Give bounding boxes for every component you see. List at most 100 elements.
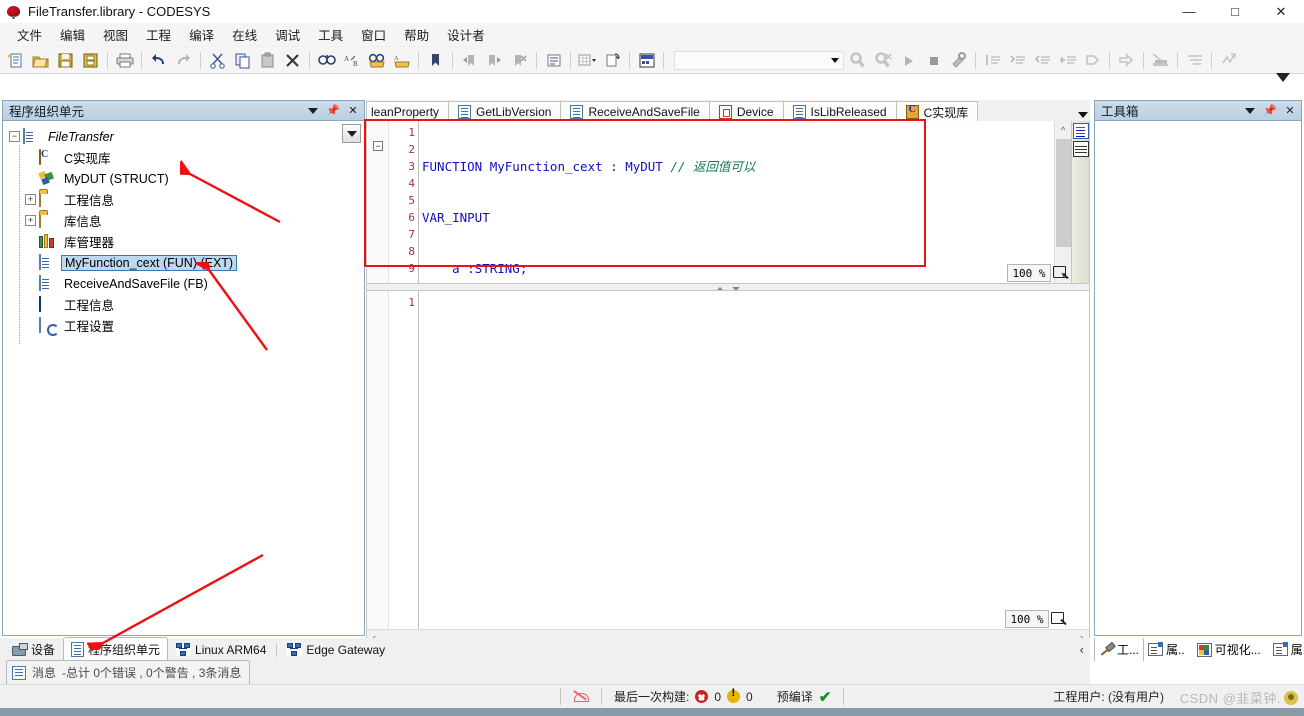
find-icon[interactable] (315, 49, 338, 71)
tree-item-project-info-folder[interactable]: + 工程信息 (7, 189, 364, 210)
set-next-statement-icon[interactable] (1081, 49, 1104, 71)
connection-status[interactable] (561, 685, 601, 708)
tree-dropdown-button[interactable] (342, 124, 361, 143)
scrollbar-thumb[interactable] (1056, 139, 1071, 247)
bottom-tab-linux-arm64[interactable]: Linux ARM64 (168, 639, 274, 661)
step-out-icon[interactable] (1031, 49, 1054, 71)
pin-icon[interactable]: 📌 (324, 102, 342, 120)
tab-islibreleased[interactable]: IsLibReleased (782, 101, 897, 122)
zoom-magnifier-icon[interactable] (1051, 264, 1071, 282)
write-values-icon[interactable] (1217, 49, 1240, 71)
undo-icon[interactable] (147, 49, 170, 71)
menu-item-designer[interactable]: 设计者 (438, 22, 494, 47)
pin-icon[interactable]: 📌 (1261, 102, 1279, 120)
toggle-breakpoint-icon[interactable] (1149, 49, 1172, 71)
paste-icon[interactable] (256, 49, 279, 71)
replace-in-files-icon[interactable]: A (390, 49, 413, 71)
minimize-button[interactable]: — (1166, 0, 1212, 23)
tab-c-library[interactable]: C实现库 (895, 101, 979, 122)
input-assistant-icon[interactable] (542, 49, 565, 71)
reset-icon[interactable] (947, 49, 970, 71)
menu-item-help[interactable]: 帮助 (395, 22, 438, 47)
new-page-icon[interactable] (601, 49, 624, 71)
tree-item-myfunction-cext[interactable]: MyFunction_cext (FUN) (EXT) (7, 252, 364, 273)
right-tab-properties-1[interactable]: 属.. (1144, 638, 1189, 661)
stop-icon[interactable] (922, 49, 945, 71)
menu-item-tools[interactable]: 工具 (309, 22, 352, 47)
pou-tree[interactable]: − FileTransfer C实现库 MyDUT (STRUCT) + 工程信… (3, 121, 364, 635)
implementation-editor[interactable]: 1 100 % ‹ › (366, 290, 1090, 645)
scroll-up-icon[interactable]: ^ (1055, 121, 1071, 138)
tab-receiveandsavefile[interactable]: ReceiveAndSaveFile (560, 101, 710, 122)
declaration-editor[interactable]: − 1 2 3 4 5 6 7 8 9 FUNCTION MyFunction_… (366, 121, 1090, 284)
bookmark-icon[interactable] (424, 49, 447, 71)
maximize-button[interactable]: □ (1212, 0, 1258, 23)
tab-getlibversion[interactable]: GetLibVersion (448, 101, 562, 122)
menu-item-edit[interactable]: 编辑 (51, 22, 94, 47)
clear-bookmarks-icon[interactable] (508, 49, 531, 71)
declaration-vertical-scrollbar[interactable]: ^ ˅ (1054, 121, 1072, 283)
tree-item-library-manager[interactable]: 库管理器 (7, 231, 364, 252)
tabular-view-icon[interactable] (1073, 141, 1089, 157)
right-tab-properties-2[interactable]: 属.. (1269, 638, 1304, 661)
find-in-files-icon[interactable] (365, 49, 388, 71)
flow-control-icon[interactable] (1183, 49, 1206, 71)
zoom-magnifier-icon[interactable] (1049, 610, 1069, 628)
tree-item-project-information[interactable]: 工程信息 (7, 294, 364, 315)
replace-icon[interactable]: AB (340, 49, 363, 71)
declaration-code[interactable]: FUNCTION MyFunction_cext : MyDUT // 返回值可… (422, 124, 1053, 283)
messages-chip[interactable]: 消息 -总计 0个错误 , 0个警告 , 3条消息 (6, 660, 251, 685)
delete-icon[interactable] (281, 49, 304, 71)
menu-item-debug[interactable]: 调试 (266, 22, 309, 47)
tree-item-library-info-folder[interactable]: + 库信息 (7, 210, 364, 231)
menu-item-window[interactable]: 窗口 (352, 22, 395, 47)
tree-item-c-library[interactable]: C实现库 (7, 147, 364, 168)
tab-overflow-icon[interactable] (1078, 112, 1088, 118)
fold-toggle-icon[interactable]: − (373, 141, 383, 151)
expander-icon[interactable]: + (25, 215, 36, 226)
zoom-level[interactable]: 100 % (1007, 264, 1051, 282)
save-all-icon[interactable] (79, 49, 102, 71)
next-bookmark-icon[interactable] (483, 49, 506, 71)
tree-item-filetransfer[interactable]: − FileTransfer (7, 126, 364, 147)
toolbar-combo[interactable] (674, 50, 844, 70)
bottom-tab-edge-gateway[interactable]: Edge Gateway (279, 639, 393, 661)
save-icon[interactable] (54, 49, 77, 71)
redo-icon[interactable] (172, 49, 195, 71)
copy-icon[interactable] (231, 49, 254, 71)
tree-item-mydut[interactable]: MyDUT (STRUCT) (7, 168, 364, 189)
tree-item-project-settings[interactable]: 工程设置 (7, 315, 364, 336)
logout-icon[interactable] (872, 49, 895, 71)
expander-icon[interactable]: − (9, 131, 20, 142)
toolbar-overflow-icon[interactable] (1276, 73, 1290, 82)
start-icon[interactable] (897, 49, 920, 71)
step-into-icon[interactable] (1006, 49, 1029, 71)
panel-menu-icon[interactable] (1241, 102, 1259, 120)
menu-item-build[interactable]: 编译 (180, 22, 223, 47)
expander-icon[interactable]: + (25, 194, 36, 205)
panel-menu-icon[interactable] (304, 102, 322, 120)
collapse-tabs-icon[interactable]: ‹ (1080, 642, 1090, 657)
tree-item-receiveandsavefile[interactable]: ReceiveAndSaveFile (FB) (7, 273, 364, 294)
previous-bookmark-icon[interactable] (458, 49, 481, 71)
menu-item-file[interactable]: 文件 (8, 22, 51, 47)
show-next-statement-icon[interactable] (1115, 49, 1138, 71)
close-button[interactable]: ✕ (1258, 0, 1304, 23)
new-file-icon[interactable] (4, 49, 27, 71)
close-panel-icon[interactable]: ✕ (1281, 102, 1299, 120)
visualization-icon[interactable] (635, 49, 658, 71)
tab-booleanproperty[interactable]: leanProperty (366, 101, 450, 122)
open-file-icon[interactable] (29, 49, 52, 71)
right-tab-toolbox[interactable]: 工... (1094, 638, 1145, 661)
tab-device[interactable]: Device (708, 101, 784, 122)
bottom-tab-pou[interactable]: 程序组织单元 (63, 637, 169, 662)
menu-item-project[interactable]: 工程 (137, 22, 180, 47)
right-tab-visualization[interactable]: 可视化... (1193, 638, 1265, 661)
textual-view-icon[interactable] (1073, 123, 1089, 139)
close-panel-icon[interactable]: ✕ (344, 102, 362, 120)
print-icon[interactable] (113, 49, 136, 71)
step-over-icon[interactable] (981, 49, 1004, 71)
menu-item-online[interactable]: 在线 (223, 22, 266, 47)
run-to-cursor-icon[interactable] (1056, 49, 1079, 71)
menu-item-view[interactable]: 视图 (94, 22, 137, 47)
